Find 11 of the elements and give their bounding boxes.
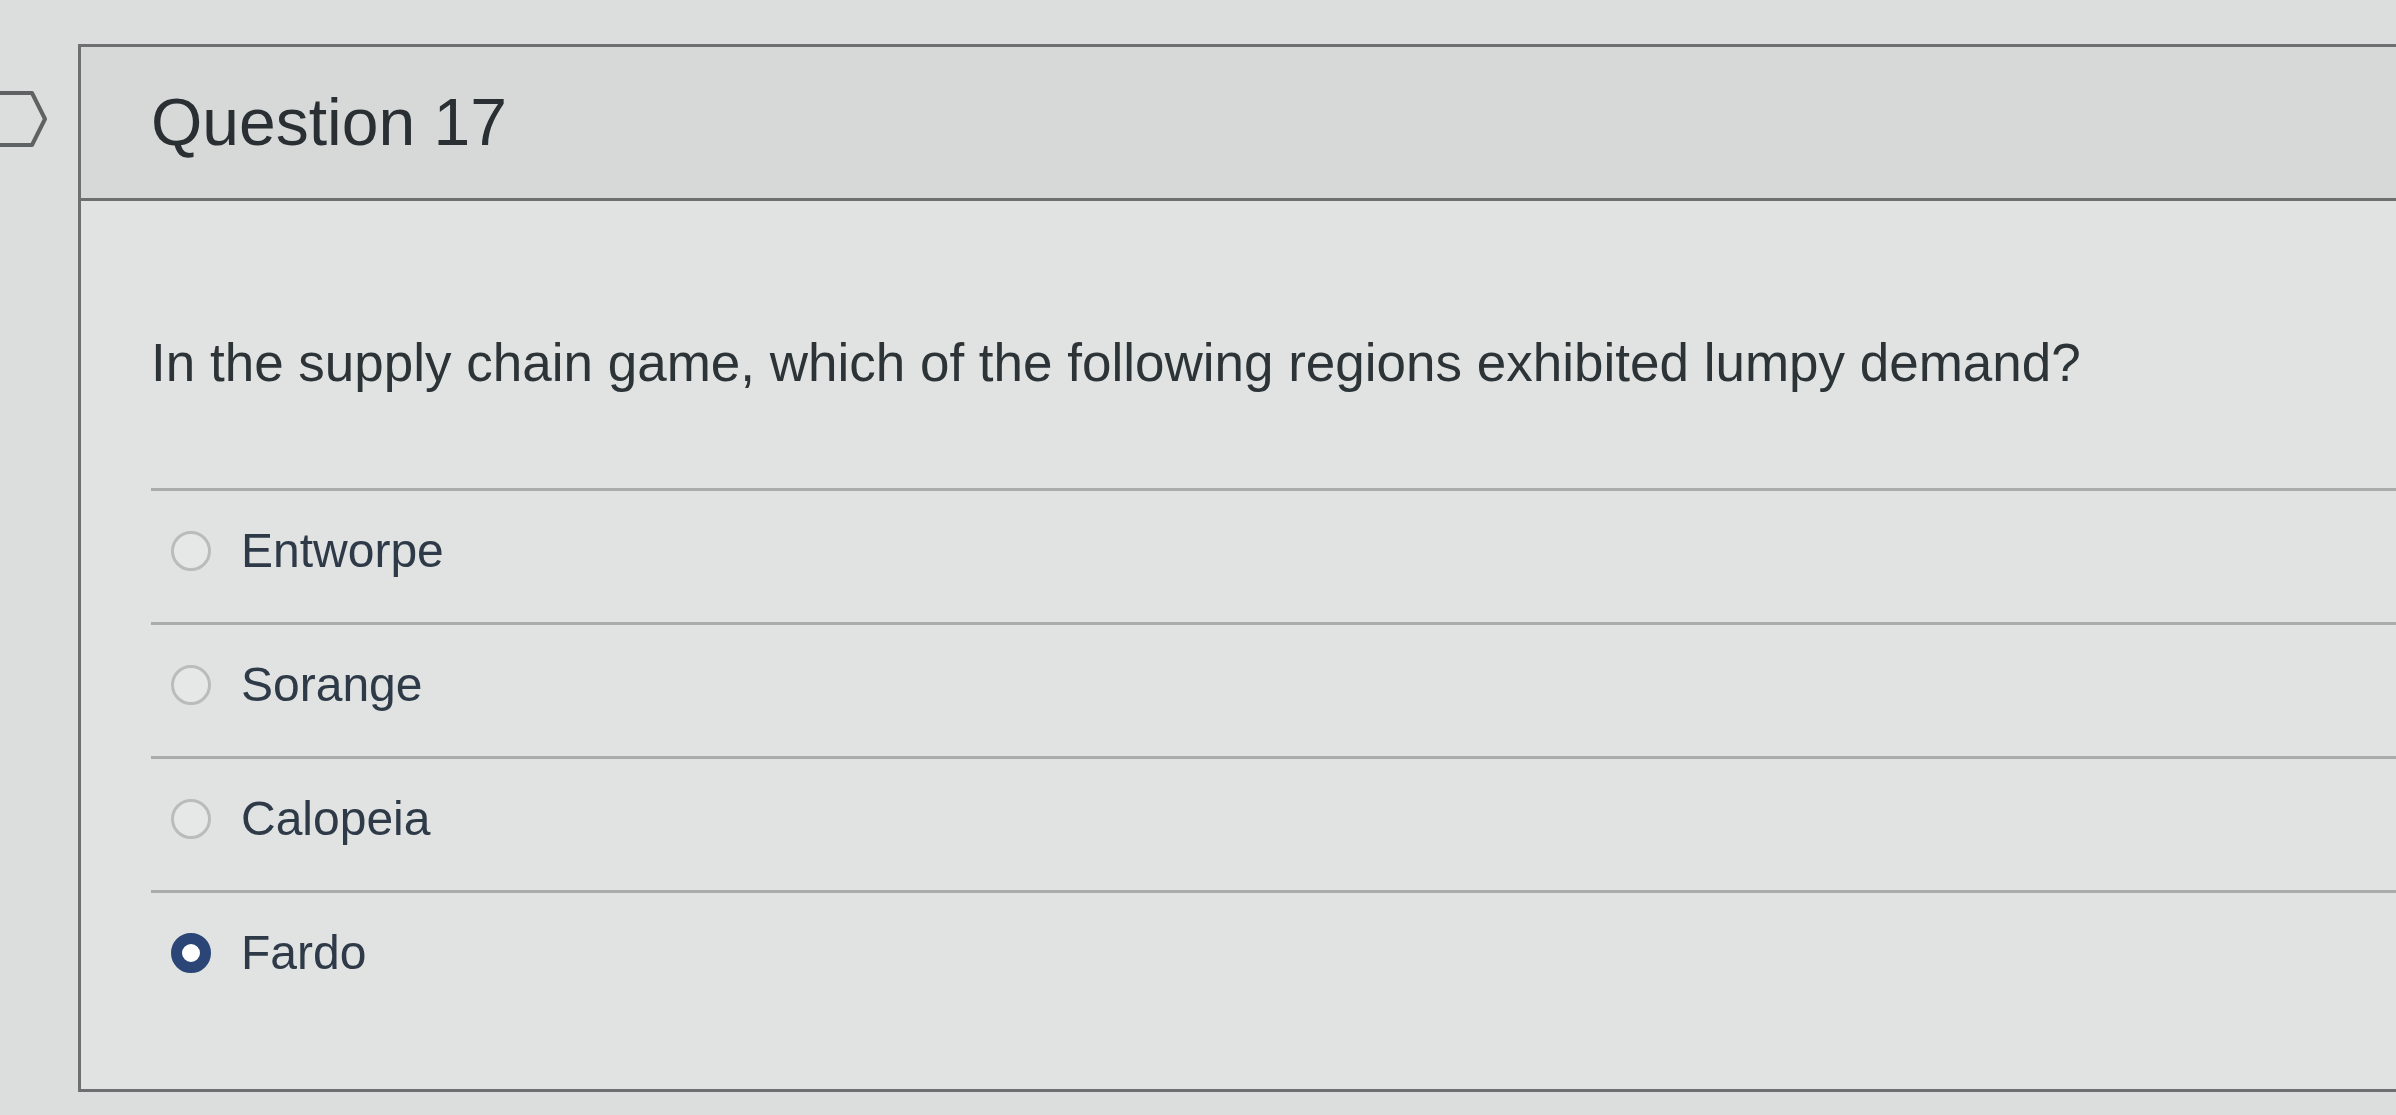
- radio-button[interactable]: [171, 798, 211, 839]
- answer-option[interactable]: Entworpe: [171, 522, 444, 579]
- answer-option[interactable]: Fardo: [171, 924, 367, 981]
- question-title: Question 17: [151, 83, 507, 161]
- question-text: In the supply chain game, which of the following regions exhibited lumpy demand?: [151, 333, 2082, 394]
- flag-tab-icon[interactable]: [0, 90, 48, 148]
- answer-option[interactable]: Calopeia: [171, 790, 431, 847]
- answer-option[interactable]: Sorange: [171, 656, 423, 713]
- radio-button[interactable]: [171, 664, 211, 705]
- radio-button[interactable]: [171, 932, 211, 973]
- radio-button[interactable]: [171, 530, 211, 571]
